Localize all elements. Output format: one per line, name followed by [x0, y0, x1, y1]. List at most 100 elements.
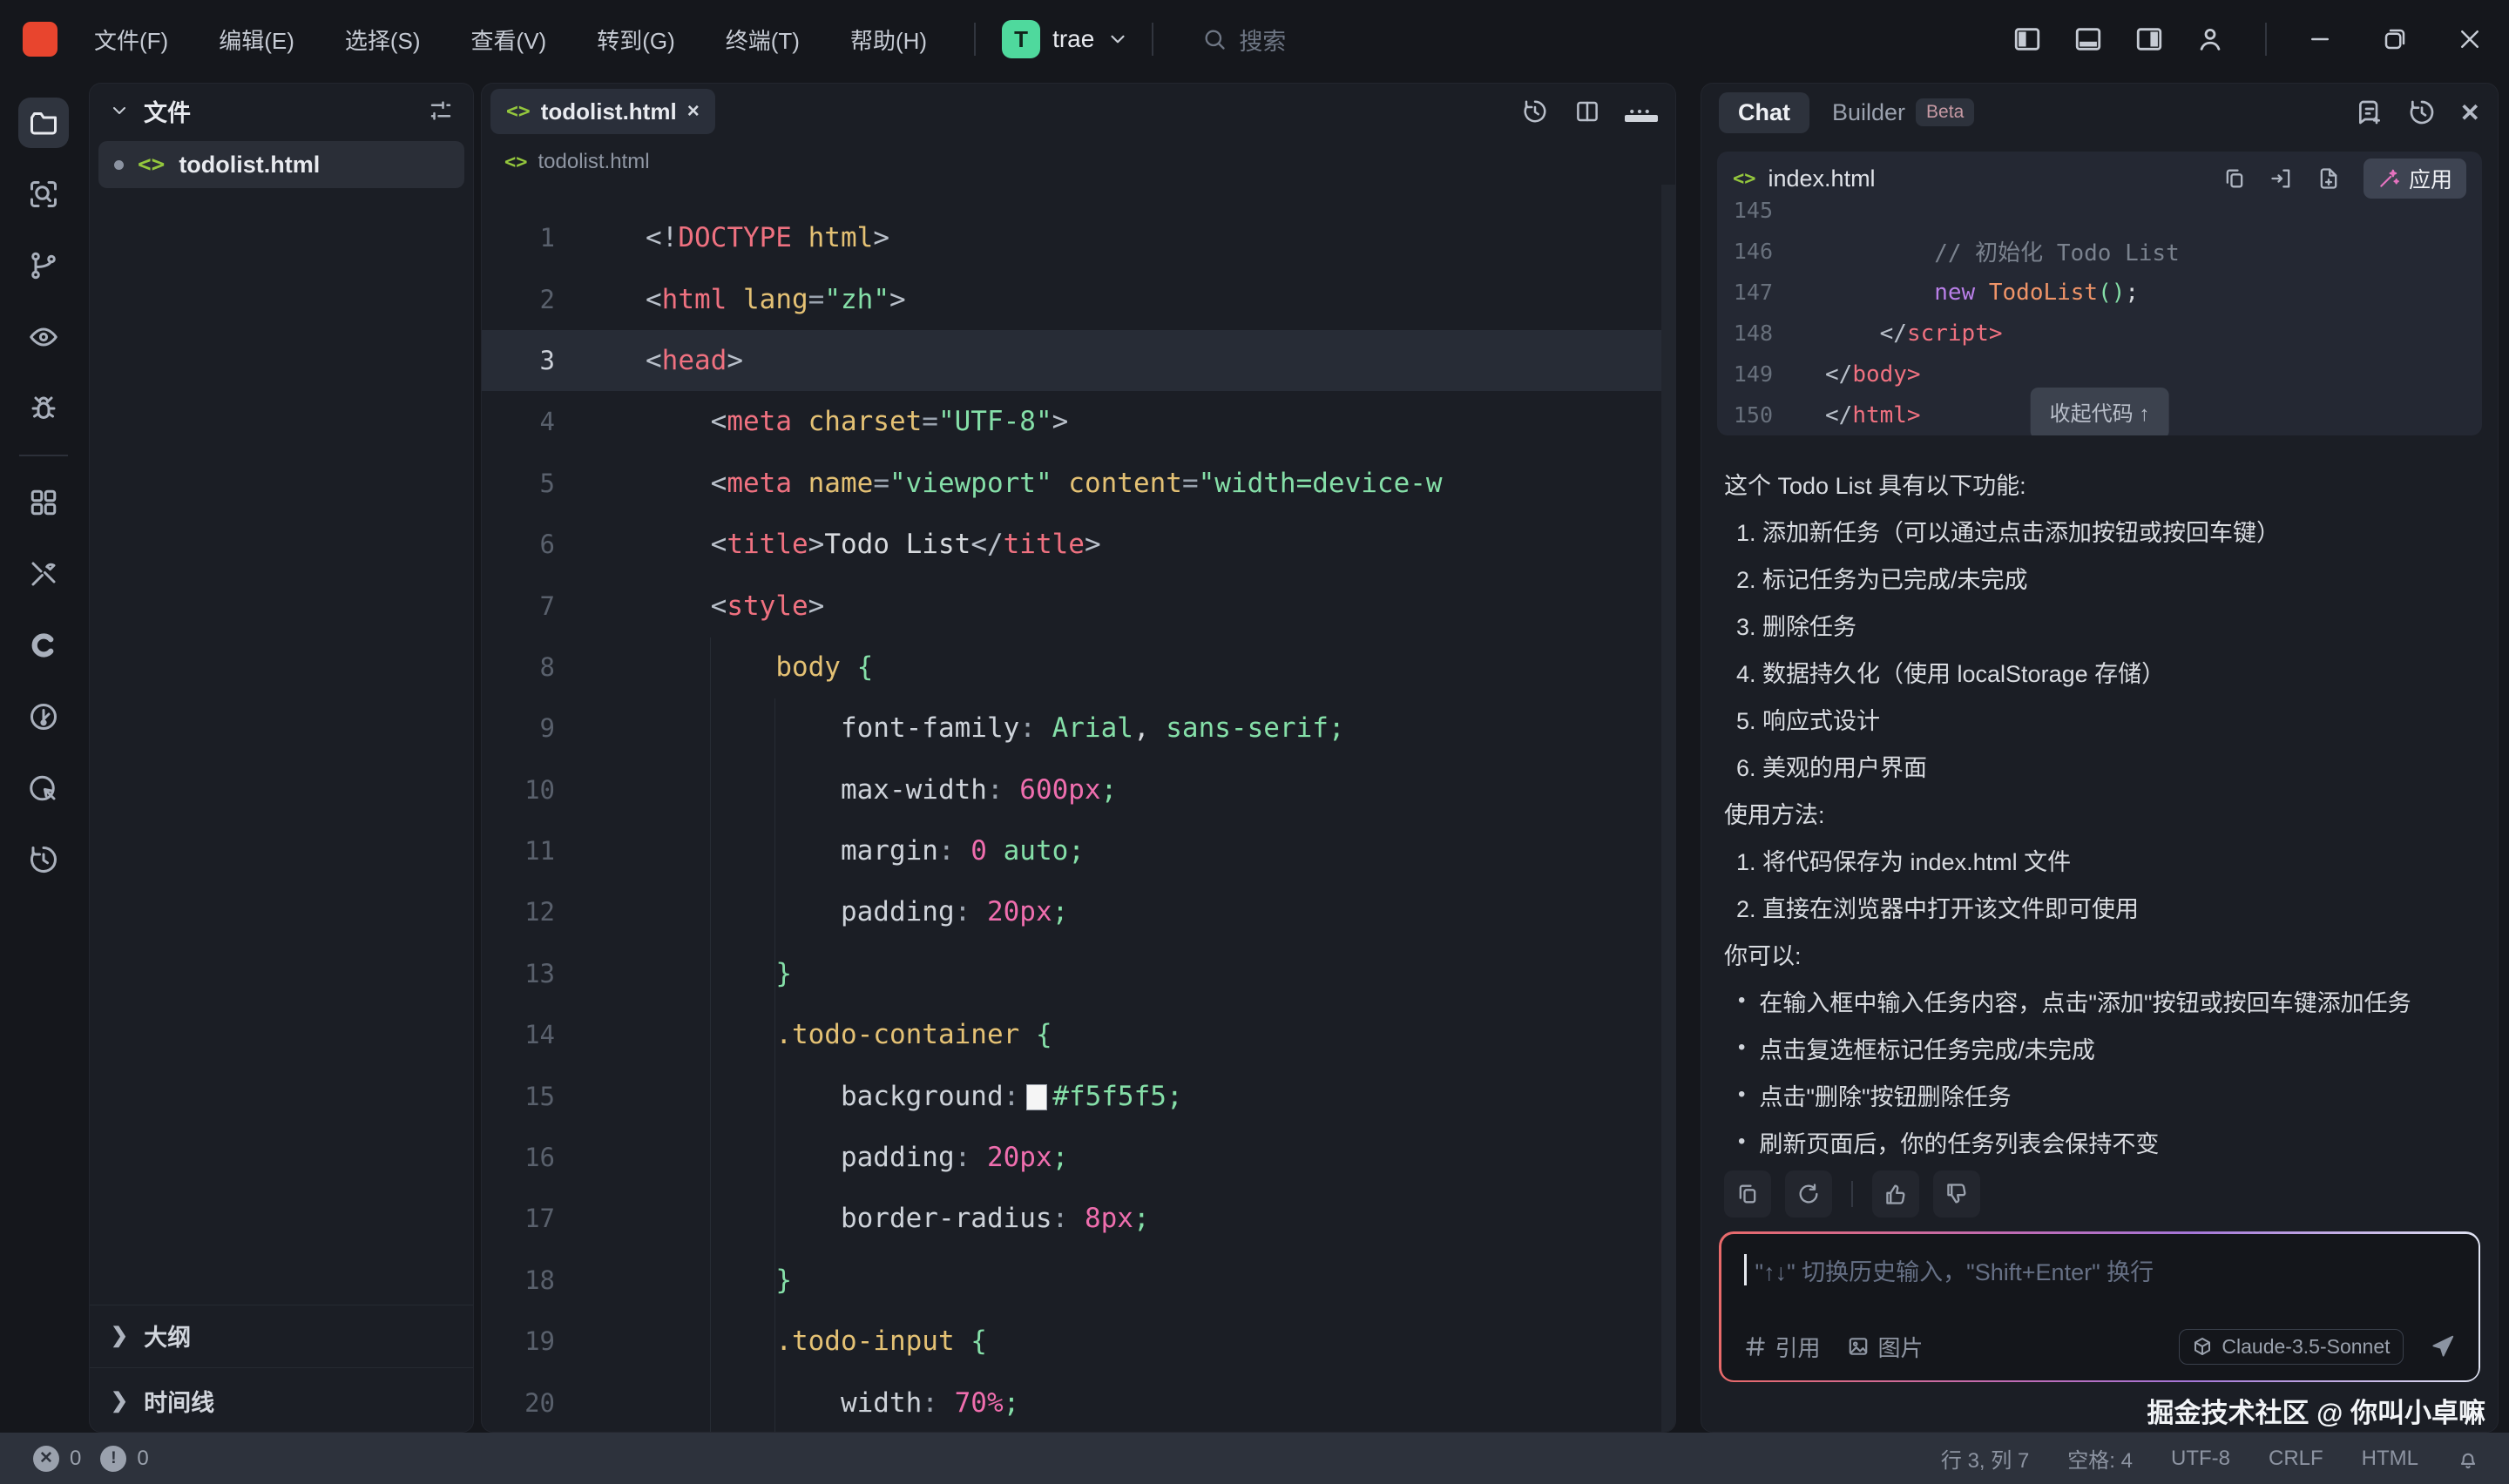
code-line[interactable]: 148 </script>	[1717, 313, 2482, 354]
send-icon[interactable]	[2430, 1333, 2456, 1359]
files-section-header[interactable]: 文件	[144, 94, 191, 128]
tab-chat[interactable]: Chat	[1719, 92, 1809, 133]
menu-terminal[interactable]: 终端(T)	[726, 24, 800, 56]
activity-tools[interactable]	[12, 538, 75, 610]
indentation[interactable]: 空格: 4	[2067, 1443, 2133, 1474]
thumbs-up-button[interactable]	[1872, 1170, 1919, 1218]
activity-debug[interactable]	[12, 373, 75, 444]
encoding[interactable]: UTF-8	[2171, 1447, 2230, 1471]
tab-todolist[interactable]: <> todolist.html ×	[490, 89, 715, 134]
save-as-file-icon[interactable]	[2316, 166, 2341, 191]
apply-button[interactable]: 应用	[2364, 159, 2466, 199]
code-line[interactable]: 146 // 初始化 Todo List	[1717, 231, 2482, 272]
breadcrumb-label: todolist.html	[538, 150, 650, 174]
cube-icon	[2192, 1336, 2213, 1357]
new-chat-icon[interactable]	[2356, 98, 2384, 126]
menu-selection[interactable]: 选择(S)	[345, 24, 421, 56]
activity-explorer[interactable]	[12, 87, 75, 159]
close-window-icon[interactable]	[2457, 26, 2483, 52]
code-line[interactable]: 16 padding: 20px;	[482, 1127, 1675, 1188]
code-line[interactable]: 10 max-width: 600px;	[482, 759, 1675, 820]
chat-message: 这个 Todo List 具有以下功能:1. 添加新任务（可以通过点击添加按钮或…	[1701, 435, 2498, 1165]
global-search[interactable]: 搜索	[1202, 23, 1286, 57]
chat-input-box[interactable]: "↑↓" 切换历史输入，"Shift+Enter" 换行 引用 图片 Claud…	[1719, 1231, 2480, 1382]
activity-search[interactable]	[12, 159, 75, 230]
code-line[interactable]: 7 <style>	[482, 575, 1675, 636]
cursor-position[interactable]: 行 3, 列 7	[1941, 1443, 2029, 1474]
hash-icon	[1744, 1335, 1767, 1358]
code-line[interactable]: 13 }	[482, 943, 1675, 1004]
activity-remote[interactable]	[12, 301, 75, 373]
toggle-left-panel-icon[interactable]	[2012, 24, 2042, 54]
language-mode[interactable]: HTML	[2362, 1447, 2418, 1471]
workspace-switcher[interactable]: T trae	[1002, 20, 1129, 58]
menu-file[interactable]: 文件(F)	[94, 24, 168, 56]
copy-code-icon[interactable]	[2222, 166, 2247, 191]
code-line[interactable]: 17 border-radius: 8px;	[482, 1188, 1675, 1249]
insert-code-icon[interactable]	[2269, 166, 2294, 191]
code-line[interactable]: 8 body {	[482, 637, 1675, 698]
menu-goto[interactable]: 转到(G)	[597, 24, 675, 56]
timeline-section[interactable]: ❯ 时间线	[90, 1367, 473, 1433]
code-line[interactable]: 3<head>	[482, 330, 1675, 391]
activity-c-plugin[interactable]	[12, 610, 75, 681]
close-panel-icon[interactable]: ✕	[2460, 98, 2480, 127]
file-item-todolist[interactable]: <> todolist.html	[98, 141, 464, 188]
bullet-icon: •	[1738, 988, 1745, 1013]
notifications-bell-icon[interactable]	[2457, 1447, 2479, 1470]
split-editor-icon[interactable]	[1574, 98, 1600, 125]
code-line[interactable]: 4 <meta charset="UTF-8">	[482, 391, 1675, 452]
tab-builder[interactable]: Builder Beta	[1832, 98, 1974, 126]
code-line[interactable]: 12 padding: 20px;	[482, 881, 1675, 942]
code-text: <!DOCTYPE html>	[612, 222, 889, 253]
breadcrumb[interactable]: <> todolist.html	[482, 139, 1675, 185]
menu-help[interactable]: 帮助(H)	[850, 24, 927, 56]
eol-sequence[interactable]: CRLF	[2269, 1447, 2323, 1471]
menu-edit[interactable]: 编辑(E)	[219, 24, 294, 56]
activity-extensions[interactable]	[12, 467, 75, 538]
code-line[interactable]: 147 new TodoList();	[1717, 272, 2482, 313]
activity-preview[interactable]	[12, 752, 75, 824]
problems-indicator[interactable]: ✕ 0 ! 0	[0, 1446, 149, 1472]
regenerate-button[interactable]	[1785, 1170, 1832, 1218]
activity-timeline[interactable]	[12, 824, 75, 895]
toggle-right-panel-icon[interactable]	[2134, 24, 2164, 54]
code-line[interactable]: 14 .todo-container {	[482, 1004, 1675, 1065]
image-button[interactable]: 图片	[1847, 1331, 1924, 1363]
restore-icon[interactable]	[2382, 26, 2408, 52]
filter-sliders-icon[interactable]	[428, 98, 454, 124]
code-line[interactable]: 2<html lang="zh">	[482, 268, 1675, 329]
code-line[interactable]: 18 }	[482, 1250, 1675, 1311]
editor-scrollbar[interactable]	[1661, 185, 1675, 1432]
close-tab-icon[interactable]: ×	[687, 99, 700, 124]
minimize-icon[interactable]	[2307, 26, 2333, 52]
activity-source-control[interactable]	[12, 230, 75, 301]
thumbs-down-button[interactable]	[1933, 1170, 1980, 1218]
code-line[interactable]: 20 width: 70%;	[482, 1372, 1675, 1433]
code-line[interactable]: 5 <meta name="viewport" content="width=d…	[482, 453, 1675, 514]
snippet-file-name: index.html	[1768, 165, 1876, 192]
code-line[interactable]: 1<!DOCTYPE html>	[482, 207, 1675, 268]
chevron-down-icon[interactable]	[109, 100, 130, 121]
reference-button[interactable]: 引用	[1744, 1331, 1821, 1363]
toggle-bottom-panel-icon[interactable]	[2073, 24, 2103, 54]
model-selector[interactable]: Claude-3.5-Sonnet	[2179, 1329, 2403, 1365]
code-line[interactable]: 6 <title>Todo List</title>	[482, 514, 1675, 575]
activity-marketplace[interactable]	[12, 681, 75, 752]
line-number: 148	[1717, 320, 1792, 346]
outline-section[interactable]: ❯ 大纲	[90, 1305, 473, 1366]
color-swatch[interactable]	[1026, 1084, 1047, 1110]
copy-message-button[interactable]	[1724, 1170, 1771, 1218]
code-line[interactable]: 9 font-family: Arial, sans-serif;	[482, 698, 1675, 759]
code-text: <html lang="zh">	[612, 284, 906, 315]
code-line[interactable]: 19 .todo-input {	[482, 1311, 1675, 1372]
menu-view[interactable]: 查看(V)	[471, 24, 547, 56]
community-watermark: 掘金技术社区 @ 你叫小卓嘛	[1701, 1382, 2498, 1430]
chat-history-icon[interactable]	[2408, 98, 2436, 126]
account-icon[interactable]	[2195, 24, 2225, 54]
code-line[interactable]: 15 background:#f5f5f5;	[482, 1065, 1675, 1126]
code-editor[interactable]: 1<!DOCTYPE html>2<html lang="zh">3<head>…	[482, 185, 1675, 1433]
collapse-code-button[interactable]: 收起代码 ↑	[2031, 388, 2169, 435]
file-history-icon[interactable]	[1522, 98, 1548, 125]
code-line[interactable]: 11 margin: 0 auto;	[482, 820, 1675, 881]
